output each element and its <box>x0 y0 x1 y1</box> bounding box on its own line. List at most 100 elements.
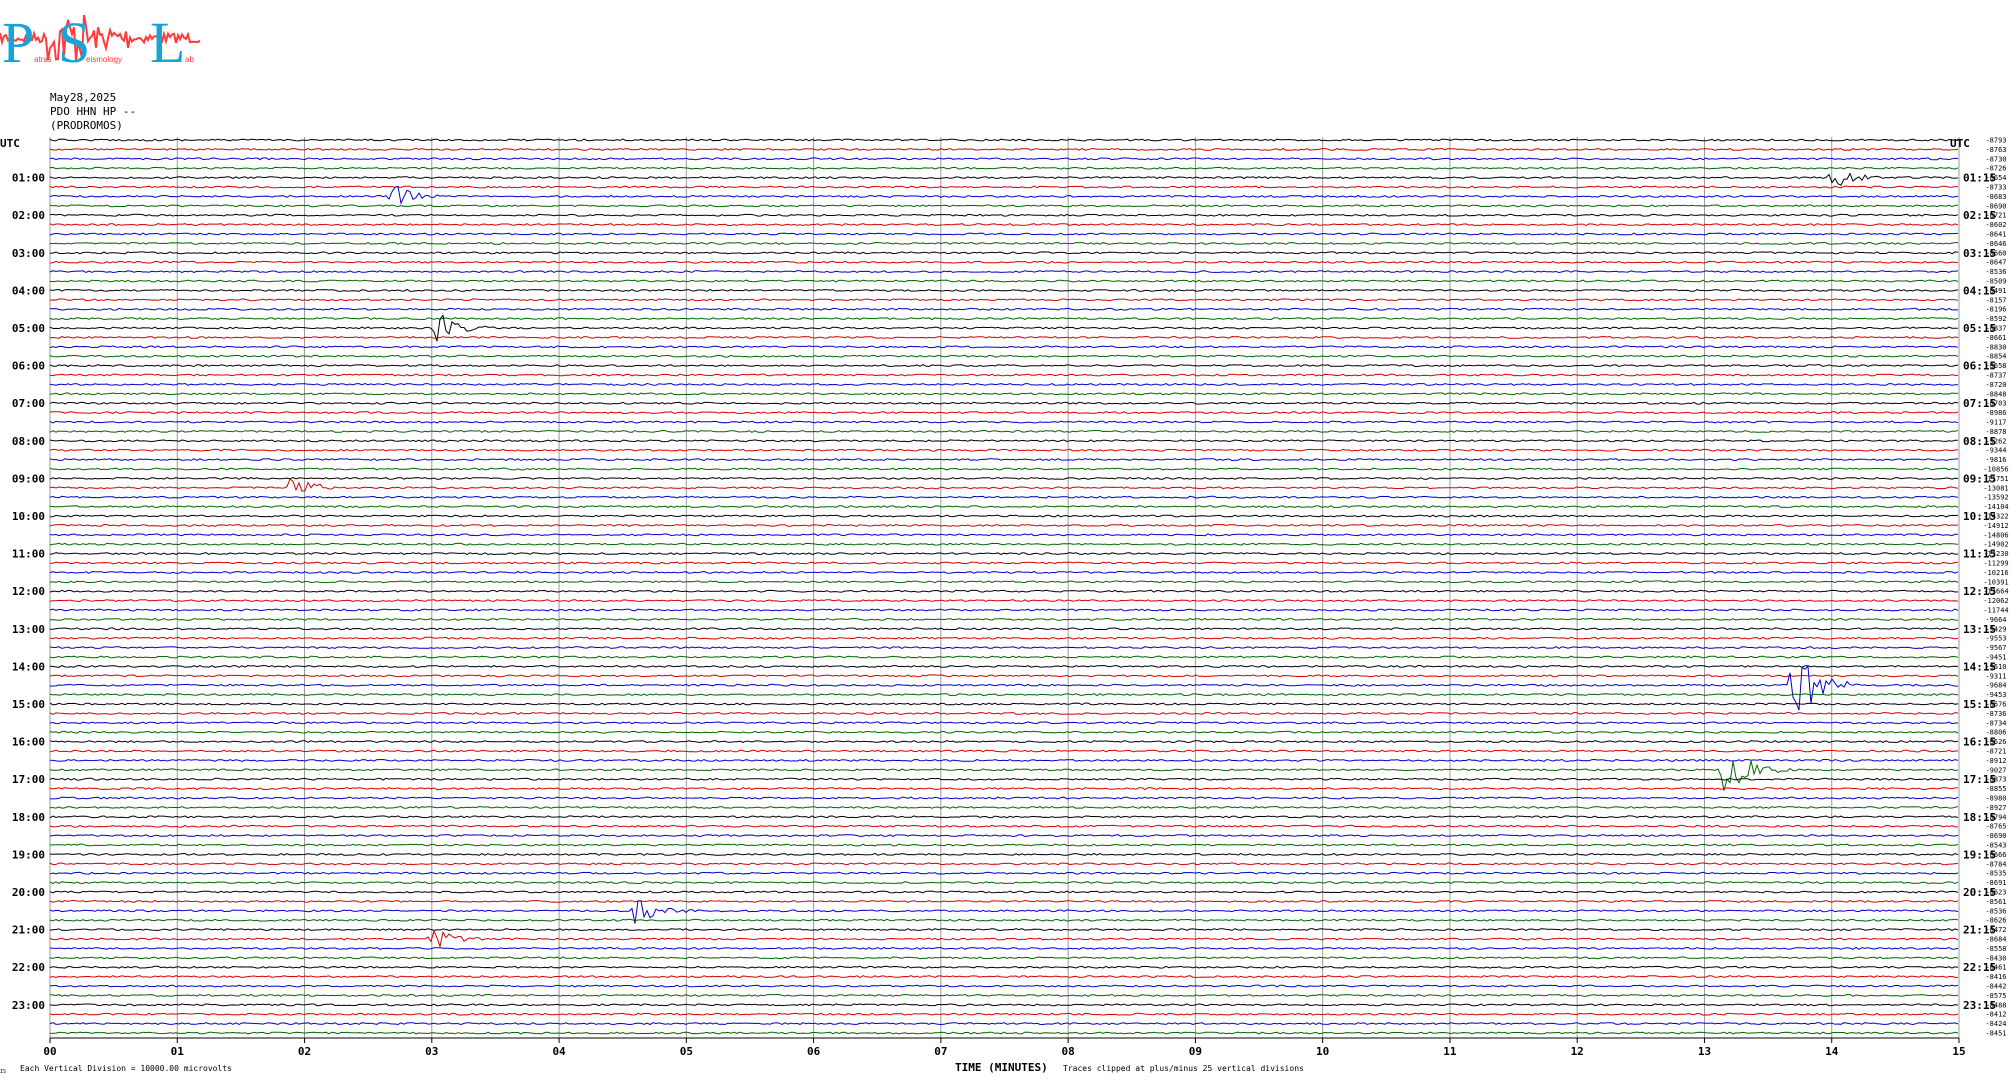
x-tick-label: 13 <box>1698 1045 1711 1058</box>
seismic-trace <box>49 871 1959 875</box>
corner-mark: IS <box>0 1069 6 1075</box>
seismic-trace <box>49 223 1959 227</box>
trace-offset-label: -8912 <box>1985 757 2006 765</box>
seismic-trace <box>49 824 1958 828</box>
seismic-trace <box>49 984 1959 988</box>
seismic-trace <box>49 881 1959 885</box>
seismic-trace <box>49 420 1959 424</box>
x-tick-label: 11 <box>1443 1045 1457 1058</box>
trace-offset-label: -8661 <box>1985 334 2006 342</box>
seismic-trace <box>49 862 1958 866</box>
hour-label-left: 13:00 <box>12 623 45 636</box>
hour-label-left: 21:00 <box>12 924 45 937</box>
hour-label-right: 23:15 <box>1963 999 1996 1012</box>
seismic-trace <box>49 448 1959 452</box>
hour-label-left: 05:00 <box>12 322 45 335</box>
hour-label-left: 22:00 <box>12 961 45 974</box>
trace-offset-label: -8424 <box>1985 1020 2006 1028</box>
hour-label-right: 07:15 <box>1963 397 1996 410</box>
seismic-trace <box>49 345 1959 349</box>
seismic-trace <box>49 514 1959 518</box>
hour-label-left: 20:00 <box>12 886 45 899</box>
x-tick-label: 00 <box>43 1045 56 1058</box>
seismic-trace <box>49 260 1959 264</box>
trace-offset-label: -8602 <box>1985 221 2006 229</box>
seismic-trace <box>49 1031 1959 1035</box>
seismic-trace <box>49 411 1959 415</box>
hour-label-right: 20:15 <box>1963 886 1996 899</box>
seismic-trace <box>49 890 1959 894</box>
seismic-trace <box>49 946 1959 950</box>
seismic-trace <box>49 918 1959 922</box>
seismic-trace <box>49 354 1959 358</box>
hour-label-right: 16:15 <box>1963 736 1996 749</box>
seismic-trace <box>49 570 1959 574</box>
seismic-trace <box>49 298 1959 302</box>
seismic-trace <box>49 721 1959 725</box>
seismic-trace <box>49 172 1959 186</box>
trace-offset-label: -12062 <box>1983 597 2008 605</box>
hour-label-left: 04:00 <box>12 284 45 297</box>
hour-label-left: 14:00 <box>12 660 45 673</box>
x-tick-label: 01 <box>171 1045 185 1058</box>
trace-offset-label: -8733 <box>1985 184 2006 192</box>
seismic-trace <box>49 561 1959 565</box>
seismic-trace <box>49 760 1959 791</box>
seismic-trace <box>49 232 1959 236</box>
seismic-trace <box>49 730 1959 734</box>
trace-offset-label: -8536 <box>1985 907 2006 915</box>
trace-offset-label: -8196 <box>1985 306 2006 314</box>
trace-offset-label: -9567 <box>1985 644 2006 652</box>
trace-offset-label: -8986 <box>1985 409 2006 417</box>
trace-offset-label: -8416 <box>1985 973 2006 981</box>
seismic-trace <box>49 185 1959 205</box>
trace-offset-label: -8442 <box>1985 983 2006 991</box>
hour-label-right: 12:15 <box>1963 585 1996 598</box>
trace-offset-label: -8734 <box>1985 719 2006 727</box>
seismic-trace <box>49 636 1959 640</box>
hour-label-right: 11:15 <box>1963 548 1996 561</box>
seismic-trace <box>49 1003 1959 1007</box>
trace-offset-label: -9344 <box>1985 447 2006 455</box>
trace-offset-label: -8535 <box>1985 870 2006 878</box>
seismic-trace <box>49 317 1959 321</box>
seismic-trace <box>49 392 1959 396</box>
hour-label-left: 07:00 <box>12 397 45 410</box>
seismic-trace <box>49 787 1958 791</box>
seismic-trace <box>49 185 1959 189</box>
seismic-trace <box>49 993 1959 997</box>
trace-offset-label: -8690 <box>1985 832 2006 840</box>
trace-offset-label: -8784 <box>1985 860 2006 868</box>
trace-offset-label: -8157 <box>1985 296 2006 304</box>
seismic-trace <box>49 401 1959 405</box>
x-tick-label: 05 <box>680 1045 693 1058</box>
seismic-trace <box>49 646 1959 650</box>
seismic-trace <box>50 627 1959 631</box>
seismic-trace <box>49 439 1958 443</box>
seismic-trace <box>49 542 1959 546</box>
hour-label-right: 06:15 <box>1963 360 1996 373</box>
trace-offset-label: -8855 <box>1985 785 2006 793</box>
seismic-trace <box>49 364 1959 368</box>
trace-offset-label: -8561 <box>1985 898 2006 906</box>
hour-label-left: 06:00 <box>12 360 45 373</box>
seismic-trace <box>49 429 1959 433</box>
hour-label-right: 08:15 <box>1963 435 1996 448</box>
trace-offset-label: -8736 <box>1985 710 2006 718</box>
trace-offset-label: -8683 <box>1985 193 2006 201</box>
seismic-trace <box>49 599 1959 603</box>
hour-label-left: 12:00 <box>12 585 45 598</box>
seismic-trace <box>49 241 1958 245</box>
seismic-trace <box>49 664 1959 668</box>
hour-label-right: 02:15 <box>1963 209 1996 222</box>
x-tick-label: 06 <box>807 1045 821 1058</box>
x-tick-label: 04 <box>552 1045 566 1058</box>
seismic-trace <box>49 929 1959 949</box>
trace-offset-label: -8720 <box>1985 381 2006 389</box>
seismic-trace <box>49 533 1959 537</box>
trace-offset-label: -9553 <box>1985 635 2006 643</box>
seismic-trace <box>49 335 1959 339</box>
hour-label-left: 15:00 <box>12 698 45 711</box>
x-tick-label: 03 <box>425 1045 438 1058</box>
seismic-trace <box>50 251 1959 255</box>
